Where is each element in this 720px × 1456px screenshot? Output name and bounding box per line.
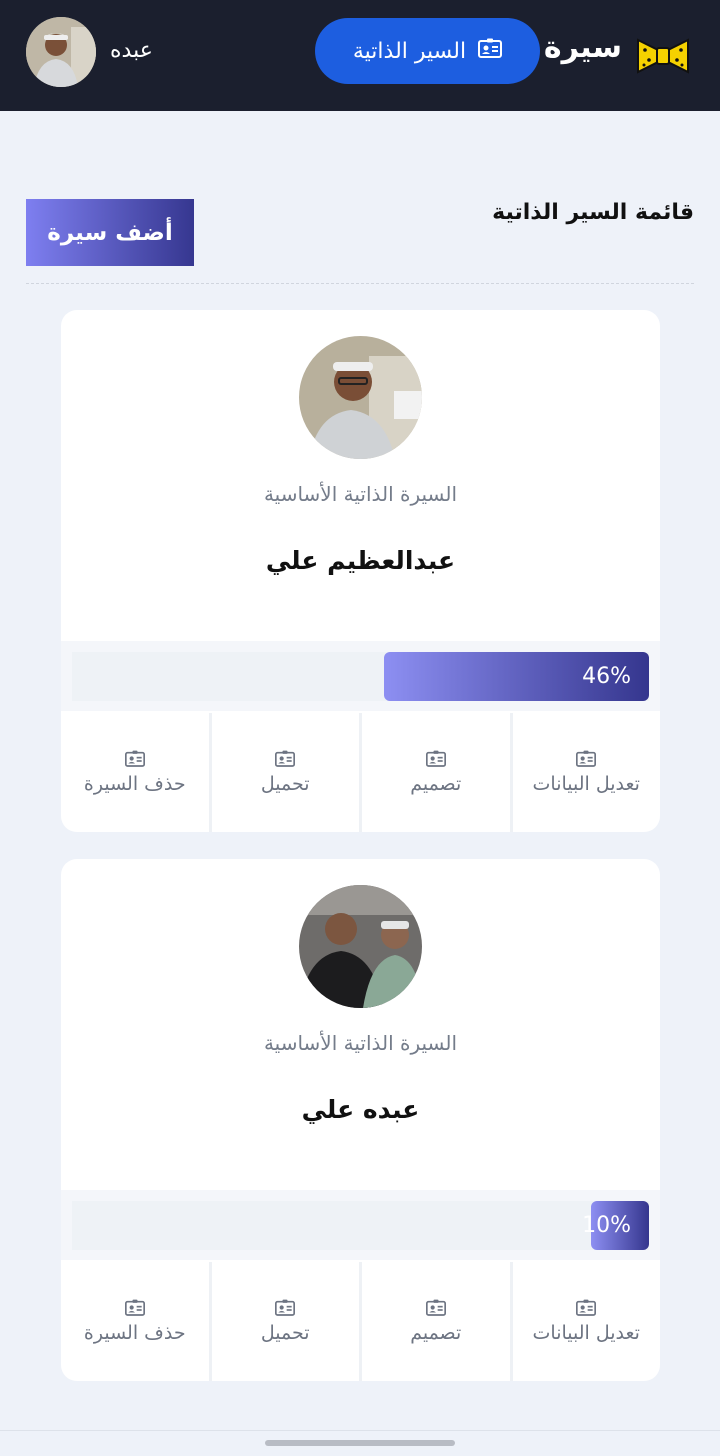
id-card-icon (425, 1299, 446, 1316)
delete-cv-button[interactable]: حذف السيرة (61, 713, 209, 832)
progress-container: 46% (61, 641, 660, 711)
card-actions: تعديل البيانات تصميم تحميل حذف السيرة (61, 713, 660, 832)
nav-cv-list-label: السير الذاتية (352, 38, 467, 64)
user-name[interactable]: عبده (110, 38, 153, 63)
id-card-icon (124, 750, 145, 767)
cv-subtitle: السيرة الذاتية الأساسية (263, 1031, 458, 1055)
download-label: تحميل (260, 1322, 310, 1344)
cv-avatar (299, 885, 422, 1008)
nav-cv-list-button[interactable]: السير الذاتية (315, 18, 540, 84)
id-card-icon (478, 38, 503, 64)
top-bar: سيرة السير الذاتية عبده (0, 0, 720, 111)
card-actions: تعديل البيانات تصميم تحميل حذف السيرة (61, 1262, 660, 1381)
cv-subtitle: السيرة الذاتية الأساسية (263, 482, 458, 506)
cv-name: عبدالعظيم علي (265, 546, 456, 575)
bottom-divider (0, 1430, 720, 1431)
design-label: تصميم (410, 1322, 462, 1344)
cv-card: السيرة الذاتية الأساسية عبدالعظيم علي 46… (61, 310, 660, 832)
id-card-icon (425, 750, 446, 767)
id-card-icon (576, 1299, 597, 1316)
id-card-icon (124, 1299, 145, 1316)
download-label: تحميل (260, 773, 310, 795)
delete-cv-label: حذف السيرة (83, 773, 186, 795)
brand-title[interactable]: سيرة (544, 30, 622, 65)
id-card-icon (275, 1299, 296, 1316)
add-cv-button[interactable]: أضف سيرة (26, 199, 194, 266)
edit-data-label: تعديل البيانات (532, 773, 640, 795)
delete-cv-label: حذف السيرة (83, 1322, 186, 1344)
progress-label: 46% (582, 664, 631, 689)
progress-track: 10% (72, 1201, 649, 1250)
cv-avatar (299, 336, 422, 459)
delete-cv-button[interactable]: حذف السيرة (61, 1262, 209, 1381)
bowtie-logo-icon[interactable] (636, 36, 690, 76)
user-avatar[interactable] (26, 17, 96, 87)
cv-name: عبده علي (301, 1095, 420, 1124)
edit-data-button[interactable]: تعديل البيانات (512, 1262, 660, 1381)
id-card-icon (576, 750, 597, 767)
divider (26, 283, 694, 284)
edit-data-label: تعديل البيانات (532, 1322, 640, 1344)
progress-label: 10% (582, 1213, 631, 1238)
home-indicator[interactable] (265, 1440, 455, 1446)
page-title: قائمة السير الذاتية (492, 200, 694, 225)
download-button[interactable]: تحميل (211, 1262, 359, 1381)
id-card-icon (275, 750, 296, 767)
design-button[interactable]: تصميم (362, 1262, 510, 1381)
download-button[interactable]: تحميل (211, 713, 359, 832)
cv-card: السيرة الذاتية الأساسية عبده علي 10% تعد… (61, 859, 660, 1381)
design-button[interactable]: تصميم (362, 713, 510, 832)
edit-data-button[interactable]: تعديل البيانات (512, 713, 660, 832)
progress-track: 46% (72, 652, 649, 701)
progress-container: 10% (61, 1190, 660, 1260)
design-label: تصميم (410, 773, 462, 795)
